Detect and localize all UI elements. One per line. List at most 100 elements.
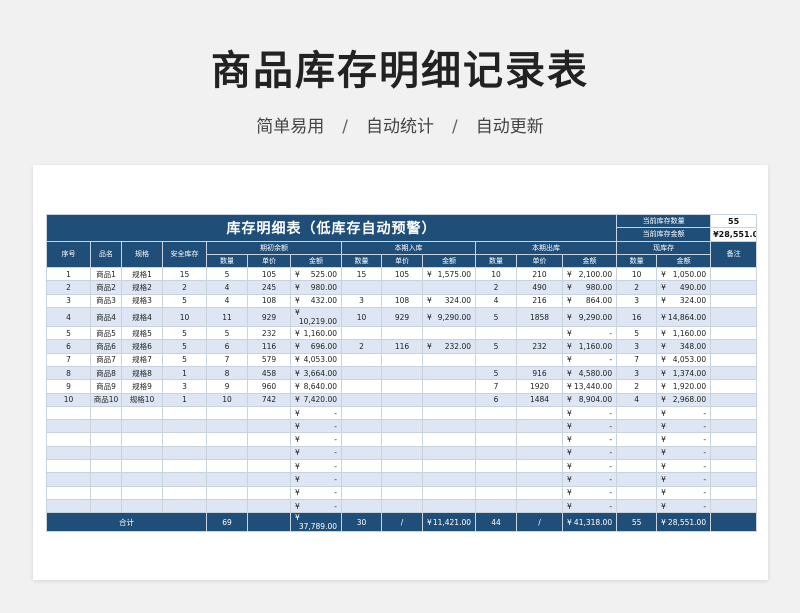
cell-current-qty[interactable]: 3 — [616, 293, 658, 309]
cell-outbound-amount[interactable]: ¥2,100.00 — [561, 267, 618, 282]
cell-safety[interactable]: 5 — [162, 293, 207, 309]
cell-opening-price[interactable] — [247, 472, 291, 487]
cell-note[interactable] — [710, 405, 758, 421]
cell-note[interactable] — [710, 293, 758, 309]
cell-outbound-qty[interactable]: 6 — [475, 392, 517, 407]
cell-outbound-qty[interactable] — [475, 419, 517, 434]
cell-current-amount[interactable]: ¥ - — [656, 432, 712, 447]
cell-note[interactable] — [710, 392, 758, 407]
cell-current-qty[interactable]: 2 — [616, 280, 658, 295]
cell-inbound-qty[interactable] — [341, 280, 382, 295]
cell-name[interactable]: 商品1 — [90, 267, 122, 282]
cell-outbound-price[interactable]: 1858 — [516, 307, 563, 328]
cell-inbound-amount[interactable] — [422, 419, 476, 434]
cell-inbound-price[interactable] — [381, 485, 423, 500]
cell-no[interactable]: 10 — [46, 392, 91, 407]
cell-outbound-price[interactable] — [516, 472, 563, 487]
cell-inbound-qty[interactable] — [341, 498, 382, 514]
cell-opening-price[interactable] — [247, 419, 291, 434]
cell-current-amount[interactable]: ¥4,053.00 — [656, 352, 712, 367]
cell-current-qty[interactable]: 10 — [616, 267, 658, 282]
cell-outbound-qty[interactable] — [475, 459, 517, 474]
cell-outbound-qty[interactable] — [475, 352, 517, 367]
cell-note[interactable] — [710, 365, 758, 381]
total-inbound-amount[interactable]: ¥11,421.00 — [422, 512, 476, 533]
cell-current-qty[interactable] — [616, 459, 658, 474]
cell-name[interactable] — [90, 419, 122, 434]
cell-current-amount[interactable]: ¥ - — [656, 485, 712, 500]
cell-no[interactable]: 4 — [46, 307, 91, 328]
cell-outbound-amount[interactable]: ¥1,160.00 — [561, 339, 618, 354]
cell-inbound-amount[interactable]: ¥324.00 — [422, 293, 476, 309]
cell-spec[interactable] — [121, 419, 163, 434]
cell-opening-amount[interactable]: ¥1,160.00 — [290, 326, 342, 341]
total-current-amount[interactable]: ¥28,551.00 — [656, 512, 712, 533]
cell-inbound-amount[interactable] — [422, 498, 476, 514]
cell-spec[interactable]: 规格4 — [121, 307, 163, 328]
cell-outbound-price[interactable]: 490 — [516, 280, 563, 295]
total-outbound-amount[interactable]: ¥41,318.00 — [561, 512, 618, 533]
cell-name[interactable]: 商品7 — [90, 352, 122, 367]
cell-opening-qty[interactable]: 5 — [206, 267, 248, 282]
cell-name[interactable] — [90, 472, 122, 487]
cell-safety[interactable]: 5 — [162, 326, 207, 341]
cell-note[interactable] — [710, 485, 758, 500]
cell-inbound-price[interactable] — [381, 352, 423, 367]
cell-current-amount[interactable]: ¥ - — [656, 472, 712, 487]
cell-outbound-amount[interactable]: ¥ - — [561, 445, 618, 461]
cell-outbound-price[interactable]: 1484 — [516, 392, 563, 407]
cell-opening-qty[interactable]: 9 — [206, 379, 248, 394]
cell-name[interactable] — [90, 459, 122, 474]
cell-outbound-price[interactable] — [516, 445, 563, 461]
cell-current-amount[interactable]: ¥ - — [656, 419, 712, 434]
cell-outbound-price[interactable]: 216 — [516, 293, 563, 309]
cell-safety[interactable]: 1 — [162, 365, 207, 381]
cell-opening-price[interactable]: 929 — [247, 307, 291, 328]
cell-inbound-qty[interactable] — [341, 326, 382, 341]
cell-no[interactable]: 3 — [46, 293, 91, 309]
cell-inbound-price[interactable] — [381, 326, 423, 341]
cell-outbound-amount[interactable]: ¥ - — [561, 419, 618, 434]
cell-opening-price[interactable]: 579 — [247, 352, 291, 367]
cell-spec[interactable] — [121, 485, 163, 500]
cell-opening-qty[interactable] — [206, 445, 248, 461]
cell-outbound-qty[interactable]: 2 — [475, 280, 517, 295]
total-outbound-qty[interactable]: 44 — [475, 512, 517, 533]
cell-inbound-amount[interactable] — [422, 326, 476, 341]
cell-current-qty[interactable]: 3 — [616, 339, 658, 354]
cell-opening-price[interactable]: 245 — [247, 280, 291, 295]
cell-outbound-price[interactable] — [516, 485, 563, 500]
cell-inbound-amount[interactable]: ¥232.00 — [422, 339, 476, 354]
cell-spec[interactable]: 规格3 — [121, 293, 163, 309]
cell-current-amount[interactable]: ¥ - — [656, 459, 712, 474]
cell-note[interactable] — [710, 379, 758, 394]
cell-opening-amount[interactable]: ¥980.00 — [290, 280, 342, 295]
cell-outbound-qty[interactable] — [475, 405, 517, 421]
cell-outbound-amount[interactable]: ¥8,904.00 — [561, 392, 618, 407]
cell-inbound-price[interactable] — [381, 498, 423, 514]
cell-safety[interactable] — [162, 498, 207, 514]
cell-spec[interactable] — [121, 405, 163, 421]
cell-note[interactable] — [710, 459, 758, 474]
cell-no[interactable]: 9 — [46, 379, 91, 394]
cell-outbound-amount[interactable]: ¥4,580.00 — [561, 365, 618, 381]
cell-outbound-amount[interactable]: ¥ - — [561, 326, 618, 341]
cell-outbound-amount[interactable]: ¥ - — [561, 432, 618, 447]
cell-inbound-qty[interactable] — [341, 472, 382, 487]
cell-opening-amount[interactable]: ¥ - — [290, 432, 342, 447]
cell-safety[interactable]: 15 — [162, 267, 207, 282]
cell-no[interactable] — [46, 419, 91, 434]
cell-opening-qty[interactable]: 6 — [206, 339, 248, 354]
cell-outbound-qty[interactable] — [475, 326, 517, 341]
cell-current-qty[interactable] — [616, 405, 658, 421]
cell-outbound-qty[interactable] — [475, 445, 517, 461]
cell-spec[interactable]: 规格9 — [121, 379, 163, 394]
cell-opening-amount[interactable]: ¥ - — [290, 419, 342, 434]
cell-spec[interactable] — [121, 445, 163, 461]
cell-opening-price[interactable]: 105 — [247, 267, 291, 282]
cell-note[interactable] — [710, 445, 758, 461]
cell-spec[interactable] — [121, 498, 163, 514]
cell-outbound-qty[interactable]: 4 — [475, 293, 517, 309]
cell-outbound-amount[interactable]: ¥ - — [561, 485, 618, 500]
cell-name[interactable] — [90, 485, 122, 500]
